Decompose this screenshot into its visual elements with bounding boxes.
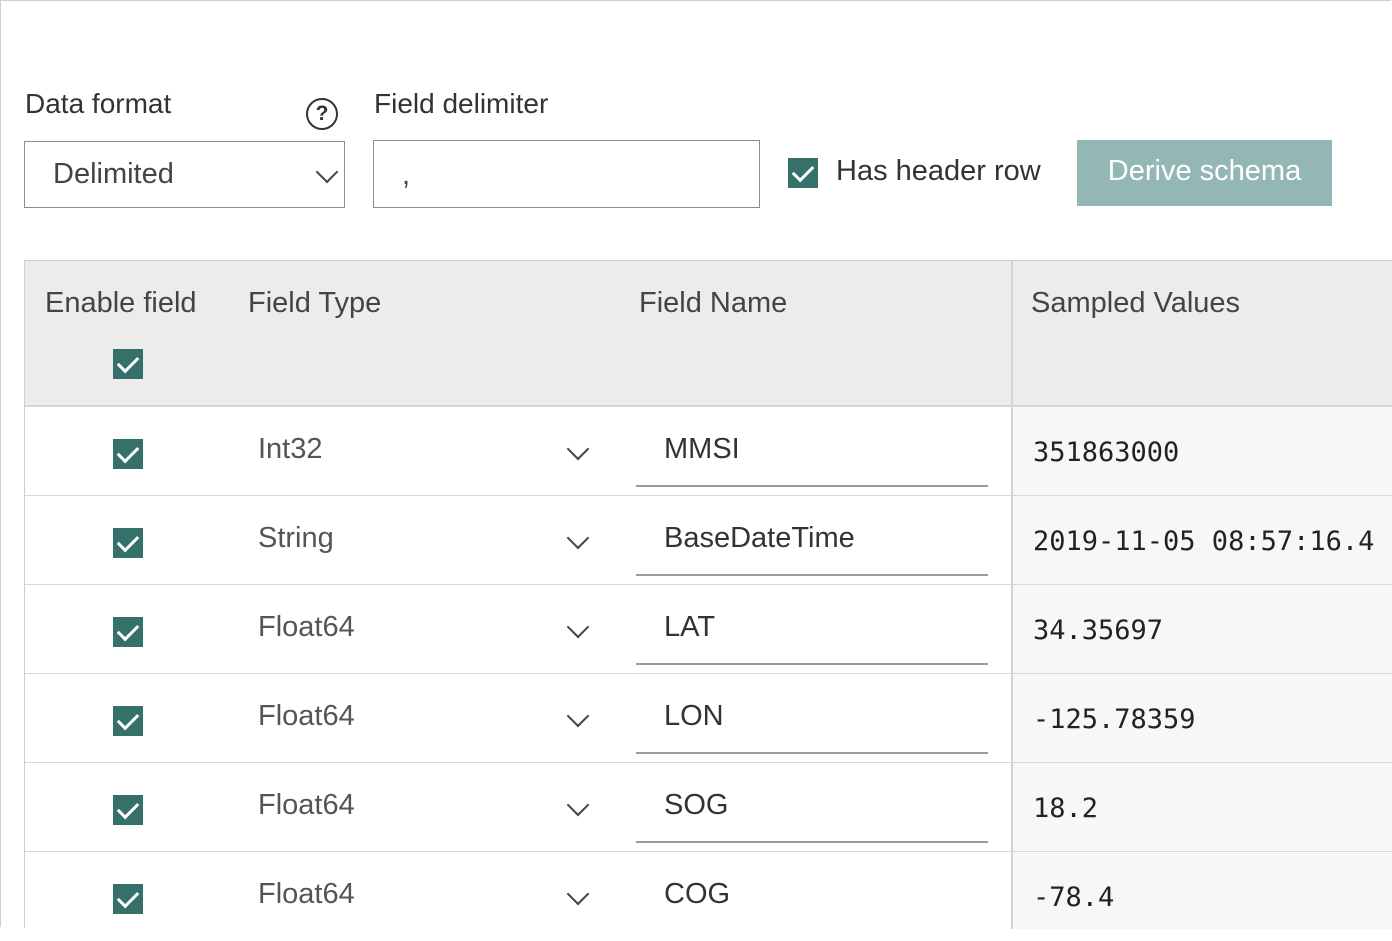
enable-field-checkbox[interactable] (113, 706, 143, 736)
field-delimiter-label: Field delimiter (374, 88, 549, 119)
sampled-value: 34.35697 (1033, 615, 1164, 646)
field-name-input[interactable]: SOG (636, 763, 988, 843)
table-row: Float64 SOG (25, 763, 1011, 852)
sampled-cell: 2019-11-05 08:57:16.4 (1013, 496, 1392, 585)
chevron-down-icon[interactable] (566, 526, 590, 550)
field-name-value: LON (664, 700, 724, 732)
field-name-input[interactable]: MMSI (636, 407, 988, 487)
chevron-down-icon[interactable] (566, 437, 590, 461)
header-field-type: Field Type (248, 287, 382, 319)
table-row: Float64 LON (25, 674, 1011, 763)
has-header-row-label: Has header row (836, 155, 1041, 187)
data-format-value: Delimited (53, 158, 174, 190)
field-name-value: BaseDateTime (664, 522, 855, 554)
field-name-value: SOG (664, 789, 729, 821)
enable-field-checkbox[interactable] (113, 439, 143, 469)
field-delimiter-value: , (402, 159, 411, 191)
enable-field-checkbox[interactable] (113, 884, 143, 914)
field-delimiter-input[interactable]: , (373, 140, 760, 208)
schema-table: Enable field Field Type Field Name Sampl… (24, 260, 1392, 929)
has-header-row-checkbox[interactable] (788, 158, 818, 188)
field-name-value: MMSI (664, 433, 740, 465)
table-row: Float64 LAT (25, 585, 1011, 674)
header-enable-field: Enable field (45, 287, 197, 319)
chevron-down-icon[interactable] (566, 793, 590, 817)
field-type-select[interactable]: Float64 (258, 789, 355, 822)
header-field-name: Field Name (639, 287, 788, 319)
sampled-value: 18.2 (1033, 793, 1099, 824)
chevron-down-icon[interactable] (566, 615, 590, 639)
field-name-input[interactable]: COG (636, 852, 988, 932)
chevron-down-icon (315, 160, 339, 184)
enable-field-checkbox[interactable] (113, 795, 143, 825)
header-sampled-values: Sampled Values (1031, 287, 1241, 319)
field-name-input[interactable]: LON (636, 674, 988, 754)
sampled-cell: 34.35697 (1013, 585, 1392, 674)
table-row: String BaseDateTime (25, 496, 1011, 585)
sampled-cell: 351863000 (1013, 407, 1392, 496)
sampled-value: -125.78359 (1033, 704, 1196, 735)
field-name-input[interactable]: BaseDateTime (636, 496, 988, 576)
sampled-cell: -125.78359 (1013, 674, 1392, 763)
table-row: Int32 MMSI (25, 407, 1011, 496)
data-format-label: Data format (25, 88, 172, 119)
derive-schema-button[interactable]: Derive schema (1077, 140, 1332, 206)
field-type-select[interactable]: Float64 (258, 700, 355, 733)
sampled-cell: 18.2 (1013, 763, 1392, 852)
chevron-down-icon[interactable] (566, 882, 590, 906)
data-format-select[interactable]: Delimited (24, 141, 345, 208)
field-type-select[interactable]: Float64 (258, 878, 355, 911)
sampled-value: 351863000 (1033, 437, 1180, 468)
table-header: Enable field Field Type Field Name Sampl… (25, 261, 1392, 407)
field-name-value: COG (664, 878, 731, 910)
field-name-input[interactable]: LAT (636, 585, 988, 665)
field-type-select[interactable]: Float64 (258, 611, 355, 644)
sampled-value: 2019-11-05 08:57:16.4 (1033, 526, 1375, 557)
enable-all-checkbox[interactable] (113, 349, 143, 379)
field-type-select[interactable]: Int32 (258, 433, 323, 466)
chevron-down-icon[interactable] (566, 704, 590, 728)
field-type-select[interactable]: String (258, 522, 334, 555)
field-name-value: LAT (664, 611, 716, 643)
sampled-value: -78.4 (1033, 882, 1115, 913)
enable-field-checkbox[interactable] (113, 617, 143, 647)
help-icon[interactable]: ? (306, 98, 338, 130)
enable-field-checkbox[interactable] (113, 528, 143, 558)
